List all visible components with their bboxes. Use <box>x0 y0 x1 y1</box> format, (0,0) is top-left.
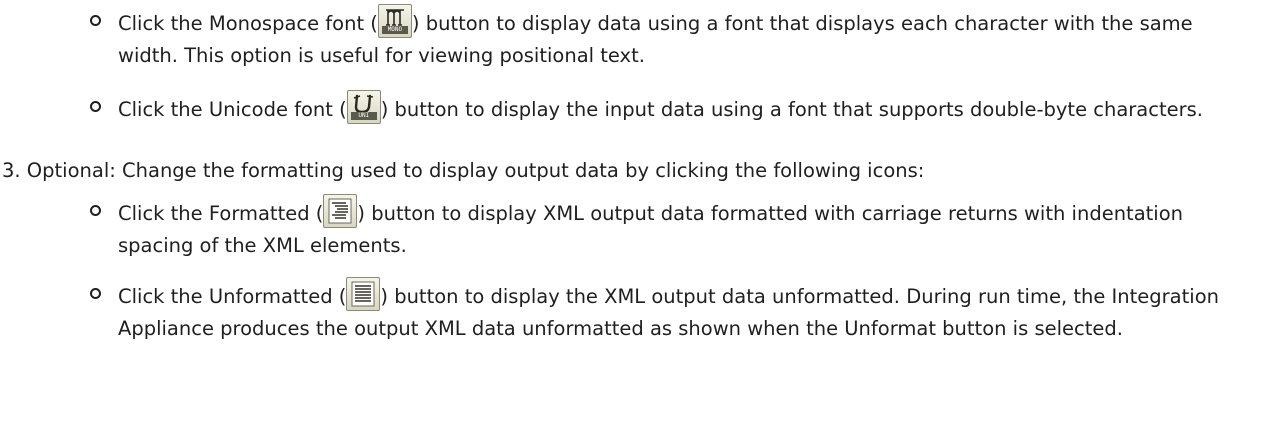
list-item-monospace: Click the Monospace font ( MONO ) button… <box>90 4 1258 72</box>
list-item-unformatted: Click the Unformatted ( ) button to disp… <box>90 277 1258 345</box>
monospace-icon-label: MONO <box>381 26 408 34</box>
unicode-font-icon: UNI <box>346 90 381 124</box>
formatted-icon <box>323 194 358 228</box>
list-item-unicode: Click the Unicode font ( UNI ) button to… <box>90 90 1258 126</box>
unformatted-icon <box>346 277 381 311</box>
item-text-prefix: Click the Unformatted ( <box>118 285 347 308</box>
monospace-font-icon: MONO <box>377 4 412 38</box>
numbered-step-3: 3. Optional: Change the formatting used … <box>2 155 1262 187</box>
list-item-formatted: Click the Formatted ( ) button to displa… <box>90 194 1258 262</box>
item-text-suffix: ) button to display the input data using… <box>380 98 1203 121</box>
item-text-prefix: Click the Unicode font ( <box>118 98 347 121</box>
item-text-prefix: Click the Formatted ( <box>118 202 324 225</box>
item-text-prefix: Click the Monospace font ( <box>118 12 378 35</box>
step-text: 3. Optional: Change the formatting used … <box>2 159 925 182</box>
unicode-icon-label: UNI <box>350 112 377 120</box>
